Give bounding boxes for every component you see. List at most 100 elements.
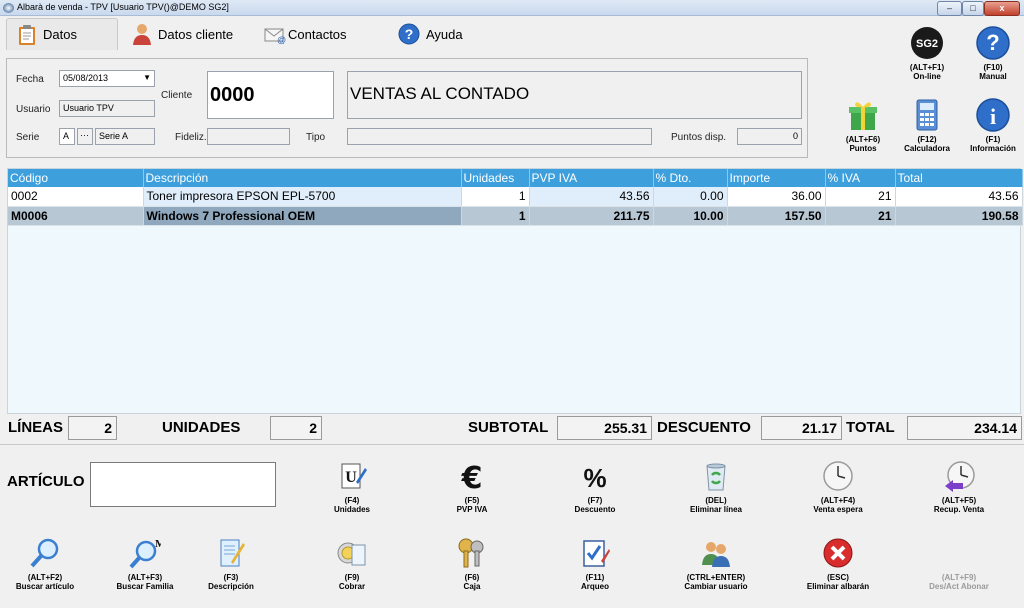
usuario-field: Usuario TPV (59, 100, 155, 117)
lineas-value: 2 (68, 416, 117, 440)
app-icon (3, 3, 14, 13)
tab-label: Ayuda (426, 26, 463, 42)
title-bar: Albarà de venda - TPV [Usuario TPV()@DEM… (0, 0, 1024, 16)
tab-ayuda[interactable]: ? Ayuda (398, 18, 463, 50)
column-header-total[interactable]: Total (895, 169, 1023, 187)
pvp-iva-key: (F5) (464, 496, 480, 505)
articulo-input[interactable] (90, 462, 276, 507)
eliminar-linea-key: (DEL) (705, 496, 727, 505)
venta-espera-button[interactable]: (ALT+F4) Venta espera (793, 460, 883, 514)
tab-datos-cliente[interactable]: Datos cliente (132, 18, 233, 50)
fideliz-label: Fideliz. (175, 132, 207, 143)
calculadora-key: (F12) (917, 135, 937, 144)
eliminar-linea-btn-label: Eliminar línea (689, 505, 743, 514)
buscar-articulo-button[interactable]: (ALT+F2) Buscar artículo (0, 537, 90, 591)
serie-lookup-button[interactable]: ··· (77, 128, 93, 145)
column-header-pvp-iva[interactable]: PVP IVA (529, 169, 654, 187)
subtotal-label: SUBTOTAL (468, 419, 549, 436)
pencil-paper-icon: U (341, 463, 367, 489)
help-icon: ? (398, 23, 420, 45)
usuario-label: Usuario (16, 104, 51, 115)
fecha-value: 05/08/2013 (63, 73, 109, 83)
cambiar-usuario-button[interactable]: (CTRL+ENTER) Cambiar usuario (671, 537, 761, 591)
descripcion-btn-label: Descripción (208, 582, 254, 591)
maximize-button[interactable]: □ (962, 1, 984, 16)
table-row[interactable]: M0006 Windows 7 Professional OEM 1 211.7… (8, 206, 1023, 226)
venta-espera-key: (ALT+F4) (820, 496, 856, 505)
fecha-field[interactable]: 05/08/2013 ▼ (59, 70, 155, 87)
table-row[interactable]: 0002 Toner impresora EPSON EPL-5700 1 43… (8, 187, 1023, 207)
total-label: TOTAL (846, 419, 895, 436)
puntos-button[interactable]: (ALT+F6) Puntos (832, 98, 894, 153)
recup-venta-button[interactable]: (ALT+F5) Recup. Venta (914, 460, 1004, 514)
pvp-iva-button[interactable]: € (F5) PVP IVA (427, 460, 517, 514)
eliminar-albaran-btn-label: Eliminar albarán (806, 582, 870, 591)
cell-iva: 21 (825, 187, 896, 207)
tab-datos[interactable]: Datos (6, 18, 118, 50)
minimize-button[interactable]: – (937, 1, 962, 16)
eliminar-albaran-key: (ESC) (827, 573, 849, 582)
serie-code-field[interactable]: A (59, 128, 75, 145)
manual-key: (F10) (983, 63, 1003, 72)
cobrar-button[interactable]: (F9) Cobrar (307, 537, 397, 591)
cell-dto: 0.00 (653, 187, 728, 207)
recup-venta-btn-label: Recup. Venta (933, 505, 985, 514)
unidades-button[interactable]: U (F4) Unidades (307, 460, 397, 514)
keys-icon (458, 538, 484, 568)
clock-icon (823, 461, 853, 491)
descuento-value: 21.17 (761, 416, 842, 440)
window-title: Albarà de venda - TPV [Usuario TPV()@DEM… (17, 2, 229, 12)
calculator-icon (916, 99, 938, 131)
column-header-unidades[interactable]: Unidades (461, 169, 530, 187)
tipo-field (347, 128, 652, 145)
descuento-btn-label: Descuento (574, 505, 616, 514)
column-header-dto[interactable]: % Dto. (653, 169, 728, 187)
divider (0, 444, 1024, 445)
calculadora-label: Calculadora (904, 144, 950, 153)
cell-dto: 10.00 (653, 206, 728, 226)
column-header-codigo[interactable]: Código (8, 169, 144, 187)
calculadora-button[interactable]: (F12) Calculadora (896, 98, 958, 153)
online-button[interactable]: SG2 (ALT+F1) On-line (896, 26, 958, 81)
help-icon: ? (976, 26, 1010, 60)
tab-contactos[interactable]: @ Contactos (264, 18, 347, 50)
column-header-importe[interactable]: Importe (727, 169, 826, 187)
column-header-descripcion[interactable]: Descripción (143, 169, 462, 187)
unidades-value: 2 (270, 416, 322, 440)
cell-importe: 36.00 (727, 187, 826, 207)
cliente-code-field[interactable]: 0000 (207, 71, 334, 119)
cambiar-usuario-btn-label: Cambiar usuario (684, 582, 748, 591)
subtotal-value: 255.31 (557, 416, 652, 440)
cancel-icon (823, 538, 853, 568)
cell-codigo: 0002 (8, 187, 144, 207)
tab-label: Datos (43, 27, 77, 42)
online-key: (ALT+F1) (909, 63, 945, 72)
caja-button[interactable]: (F6) Caja (427, 537, 517, 591)
svg-text:@: @ (277, 35, 286, 45)
column-header-iva[interactable]: % IVA (825, 169, 896, 187)
clock-arrow-icon (945, 461, 975, 492)
manual-button[interactable]: ? (F10) Manual (962, 26, 1024, 81)
arqueo-btn-label: Arqueo (581, 582, 609, 591)
descuento-button[interactable]: % (F7) Descuento (550, 460, 640, 514)
clipboard-icon (19, 24, 35, 45)
cell-unidades: 1 (461, 187, 530, 207)
eliminar-linea-button[interactable]: (DEL) Eliminar línea (671, 460, 761, 514)
informacion-label: Información (970, 144, 1016, 153)
eliminar-albaran-button[interactable]: (ESC) Eliminar albarán (793, 537, 883, 591)
tab-label: Datos cliente (158, 26, 234, 42)
arqueo-button[interactable]: (F11) Arqueo (550, 537, 640, 591)
des-act-abonar-button[interactable]: (ALT+F9) Des/Act Abonar (914, 537, 1004, 591)
close-button[interactable]: x (984, 1, 1020, 16)
online-label: On-line (913, 72, 941, 81)
buscar-familia-button[interactable]: M (ALT+F3) Buscar Familia (100, 537, 190, 591)
lines-grid[interactable]: Código Descripción Unidades PVP IVA % Dt… (7, 168, 1023, 414)
serie-label: Serie (16, 132, 40, 143)
informacion-button[interactable]: i (F1) Información (962, 98, 1024, 153)
svg-text:€: € (461, 461, 483, 492)
buscar-articulo-key: (ALT+F2) (27, 573, 63, 582)
descripcion-button[interactable]: (F3) Descripción (186, 537, 276, 591)
caja-key: (F6) (464, 573, 480, 582)
svg-text:U: U (345, 469, 357, 486)
pvp-iva-btn-label: PVP IVA (456, 505, 488, 514)
